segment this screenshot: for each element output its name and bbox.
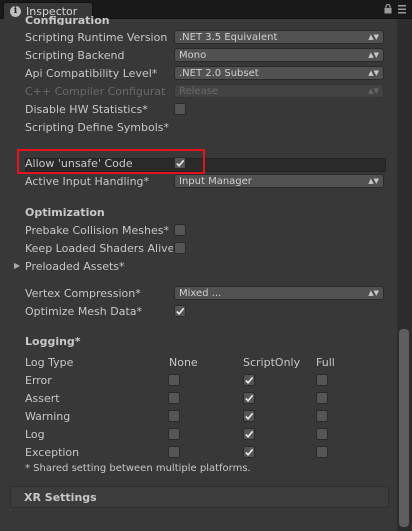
optimize-mesh-label: Optimize Mesh Data* xyxy=(25,304,143,318)
dropdown-arrows-icon: ▲▼ xyxy=(368,69,379,77)
active-input-dropdown[interactable]: Input Manager ▲▼ xyxy=(174,174,384,188)
preloaded-assets-label[interactable]: Preloaded Assets* xyxy=(25,258,173,274)
allow-unsafe-label: Allow 'unsafe' Code xyxy=(25,156,133,170)
optimize-mesh-checkbox[interactable] xyxy=(174,305,186,317)
cpp-compiler-label: C++ Compiler Configurat xyxy=(25,84,166,98)
log-script-checkbox[interactable] xyxy=(243,446,255,458)
allow-unsafe-checkbox[interactable] xyxy=(174,157,186,169)
active-input-label: Active Input Handling* xyxy=(25,174,150,188)
api-compat-dropdown[interactable]: .NET 2.0 Subset ▲▼ xyxy=(174,66,384,80)
vertex-comp-label: Vertex Compression* xyxy=(25,286,141,300)
dropdown-arrows-icon: ▲▼ xyxy=(368,289,379,297)
keep-loaded-label: Keep Loaded Shaders Alive* xyxy=(25,241,173,255)
api-compat-label: Api Compatibility Level* xyxy=(25,66,158,80)
info-icon: i xyxy=(10,5,21,17)
lock-icon[interactable] xyxy=(384,3,392,17)
log-script-checkbox[interactable] xyxy=(243,392,255,404)
checkmark-icon xyxy=(245,394,254,402)
tab-tools xyxy=(384,3,406,17)
scripting-backend-dropdown[interactable]: Mono ▲▼ xyxy=(174,48,384,62)
log-none-checkbox[interactable] xyxy=(168,446,180,458)
define-symbols-label: Scripting Define Symbols* xyxy=(25,120,170,134)
xr-settings-title: XR Settings xyxy=(24,490,97,504)
log-script-checkbox[interactable] xyxy=(243,374,255,386)
log-full-checkbox[interactable] xyxy=(316,410,328,422)
dropdown-arrows-icon: ▲▼ xyxy=(368,33,379,41)
prebake-label: Prebake Collision Meshes* xyxy=(25,223,169,237)
log-row-label: Assert xyxy=(25,391,60,405)
log-none-checkbox[interactable] xyxy=(168,428,180,440)
dropdown-arrows-icon: ▲▼ xyxy=(368,87,379,95)
log-full-checkbox[interactable] xyxy=(316,428,328,440)
checkmark-icon xyxy=(176,307,185,315)
scriptonly-header: ScriptOnly xyxy=(243,355,301,369)
checkmark-icon xyxy=(245,412,254,420)
shared-setting-note: * Shared setting between multiple platfo… xyxy=(25,463,251,474)
inspector-panel: Configuration Scripting Runtime Version … xyxy=(0,14,412,531)
log-none-checkbox[interactable] xyxy=(168,410,180,422)
cpp-compiler-dropdown: Release ▲▼ xyxy=(174,84,384,98)
log-none-checkbox[interactable] xyxy=(168,374,180,386)
vertex-comp-dropdown[interactable]: Mixed ... ▲▼ xyxy=(174,286,384,300)
log-full-checkbox[interactable] xyxy=(316,446,328,458)
prebake-checkbox[interactable] xyxy=(174,224,186,236)
log-row-label: Warning xyxy=(25,409,71,423)
logging-title: Logging* xyxy=(25,334,81,348)
log-row-label: Exception xyxy=(25,445,80,459)
scrollbar-thumb[interactable] xyxy=(399,329,409,527)
disable-hw-checkbox[interactable] xyxy=(174,103,186,115)
log-full-checkbox[interactable] xyxy=(316,374,328,386)
log-script-checkbox[interactable] xyxy=(243,428,255,440)
checkmark-icon xyxy=(245,430,254,438)
log-none-checkbox[interactable] xyxy=(168,392,180,404)
full-header: Full xyxy=(316,355,335,369)
log-full-checkbox[interactable] xyxy=(316,392,328,404)
log-script-checkbox[interactable] xyxy=(243,410,255,422)
menu-icon[interactable] xyxy=(398,4,406,17)
checkmark-icon xyxy=(245,376,254,384)
scripting-runtime-label: Scripting Runtime Version xyxy=(25,30,168,44)
none-header: None xyxy=(169,355,198,369)
log-row-label: Log xyxy=(25,427,45,441)
optimization-title: Optimization xyxy=(25,205,105,219)
section-title-configuration: Configuration xyxy=(25,14,110,25)
scripting-runtime-dropdown[interactable]: .NET 3.5 Equivalent ▲▼ xyxy=(174,30,384,44)
keep-loaded-checkbox[interactable] xyxy=(174,242,186,254)
xr-settings-foldout[interactable]: XR Settings xyxy=(10,486,389,508)
dropdown-arrows-icon: ▲▼ xyxy=(368,177,379,185)
checkmark-icon xyxy=(176,159,185,167)
dropdown-arrows-icon: ▲▼ xyxy=(368,51,379,59)
log-type-header: Log Type xyxy=(25,355,74,369)
checkmark-icon xyxy=(245,448,254,456)
scripting-backend-label: Scripting Backend xyxy=(25,48,125,62)
foldout-arrow-icon[interactable]: ▶ xyxy=(14,261,22,271)
log-row-label: Error xyxy=(25,373,52,387)
disable-hw-label: Disable HW Statistics* xyxy=(25,102,148,116)
